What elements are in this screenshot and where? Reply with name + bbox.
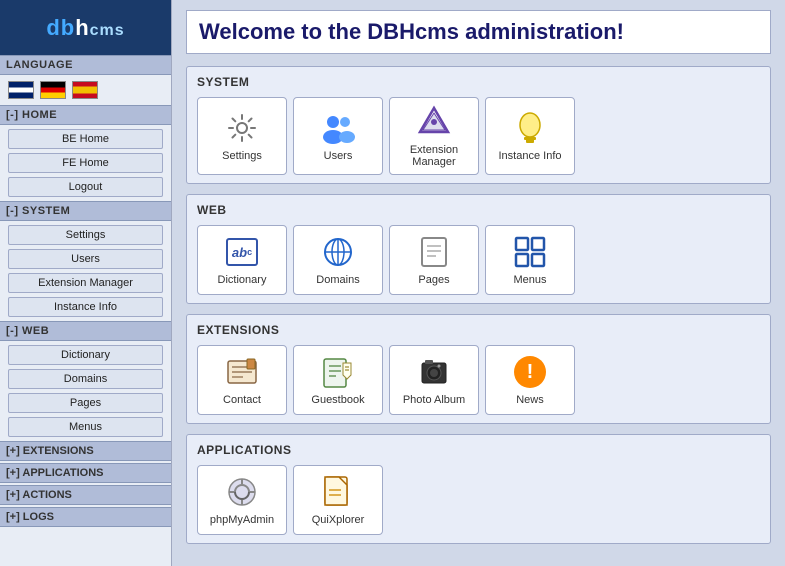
sidebar-language-header: Language — [0, 55, 171, 75]
sidebar-item-logout[interactable]: Logout — [8, 177, 163, 197]
app-phpmyadmin-card[interactable]: phpMyAdmin — [197, 465, 287, 535]
instance-info-label: Instance Info — [499, 150, 562, 162]
extensions-section-title: Extensions — [197, 323, 760, 337]
sidebar-system-header: [-] System — [0, 201, 171, 221]
extensions-section: Extensions Contact — [186, 314, 771, 424]
users-label: Users — [324, 150, 353, 162]
web-menus-card[interactable]: Menus — [485, 225, 575, 295]
extension-manager-icon — [416, 104, 452, 140]
web-section-title: Web — [197, 203, 760, 217]
applications-items-row: phpMyAdmin QuiXplorer — [197, 465, 760, 535]
ext-guestbook-card[interactable]: Guestbook — [293, 345, 383, 415]
guestbook-label: Guestbook — [311, 394, 364, 406]
photo-album-icon — [416, 354, 452, 390]
logo: dbhcms — [46, 15, 124, 41]
web-domains-card[interactable]: Domains — [293, 225, 383, 295]
news-label: News — [516, 394, 544, 406]
sidebar: dbhcms Language [-] Home BE Home FE Home… — [0, 0, 172, 566]
applications-section-title: Applications — [197, 443, 760, 457]
sidebar-web-header: [-] Web — [0, 321, 171, 341]
domains-icon — [320, 234, 356, 270]
sidebar-extensions-toggle[interactable]: [+] Extensions — [0, 441, 171, 461]
system-items-row: Settings Users — [197, 97, 760, 175]
web-items-row: abc Dictionary Domains — [197, 225, 760, 295]
system-instance-info-card[interactable]: Instance Info — [485, 97, 575, 175]
contact-icon — [224, 354, 260, 390]
sidebar-item-domains[interactable]: Domains — [8, 369, 163, 389]
sidebar-item-be-home[interactable]: BE Home — [8, 129, 163, 149]
system-settings-card[interactable]: Settings — [197, 97, 287, 175]
phpmyadmin-label: phpMyAdmin — [210, 514, 274, 526]
sidebar-logs-toggle[interactable]: [+] Logs — [0, 507, 171, 527]
sidebar-item-menus[interactable]: Menus — [8, 417, 163, 437]
settings-icon — [224, 110, 260, 146]
web-pages-card[interactable]: Pages — [389, 225, 479, 295]
menus-label: Menus — [513, 274, 546, 286]
pages-icon — [416, 234, 452, 270]
system-section: System Settings — [186, 66, 771, 184]
sidebar-item-users[interactable]: Users — [8, 249, 163, 269]
flag-german[interactable] — [40, 81, 66, 99]
sidebar-item-extension-manager[interactable]: Extension Manager — [8, 273, 163, 293]
guestbook-icon — [320, 354, 356, 390]
dictionary-label: Dictionary — [218, 274, 267, 286]
watermark: 源码之家www.mycodes.net — [186, 554, 771, 566]
ext-news-card[interactable]: ! News — [485, 345, 575, 415]
logo-area: dbhcms — [0, 0, 171, 55]
news-icon: ! — [512, 354, 548, 390]
photo-album-label: Photo Album — [403, 394, 465, 406]
page-title: Welcome to the DBHcms administration! — [186, 10, 771, 54]
ext-contact-card[interactable]: Contact — [197, 345, 287, 415]
domains-label: Domains — [316, 274, 359, 286]
system-ext-manager-card[interactable]: Extension Manager — [389, 97, 479, 175]
flag-spanish[interactable] — [72, 81, 98, 99]
sidebar-item-pages[interactable]: Pages — [8, 393, 163, 413]
main-content: Welcome to the DBHcms administration! Sy… — [172, 0, 785, 566]
web-section: Web abc Dictionary Domains — [186, 194, 771, 304]
pages-label: Pages — [418, 274, 449, 286]
users-icon — [320, 110, 356, 146]
quixplorer-label: QuiXplorer — [312, 514, 365, 526]
quixplorer-icon — [320, 474, 356, 510]
sidebar-item-dictionary[interactable]: Dictionary — [8, 345, 163, 365]
extensions-items-row: Contact Guestbook — [197, 345, 760, 415]
sidebar-applications-toggle[interactable]: [+] Applications — [0, 463, 171, 483]
dictionary-icon: abc — [224, 234, 260, 270]
sidebar-home-header: [-] Home — [0, 105, 171, 125]
sidebar-item-settings[interactable]: Settings — [8, 225, 163, 245]
system-users-card[interactable]: Users — [293, 97, 383, 175]
ext-photo-album-card[interactable]: Photo Album — [389, 345, 479, 415]
contact-label: Contact — [223, 394, 261, 406]
sidebar-item-instance-info[interactable]: Instance Info — [8, 297, 163, 317]
language-flags — [0, 75, 171, 105]
menus-icon — [512, 234, 548, 270]
instance-info-icon — [512, 110, 548, 146]
system-section-title: System — [197, 75, 760, 89]
sidebar-actions-toggle[interactable]: [+] Actions — [0, 485, 171, 505]
applications-section: Applications phpMyAdmi — [186, 434, 771, 544]
flag-english[interactable] — [8, 81, 34, 99]
extension-manager-label: Extension Manager — [396, 144, 472, 168]
web-dictionary-card[interactable]: abc Dictionary — [197, 225, 287, 295]
phpmyadmin-icon — [224, 474, 260, 510]
settings-label: Settings — [222, 150, 262, 162]
app-quixplorer-card[interactable]: QuiXplorer — [293, 465, 383, 535]
sidebar-item-fe-home[interactable]: FE Home — [8, 153, 163, 173]
